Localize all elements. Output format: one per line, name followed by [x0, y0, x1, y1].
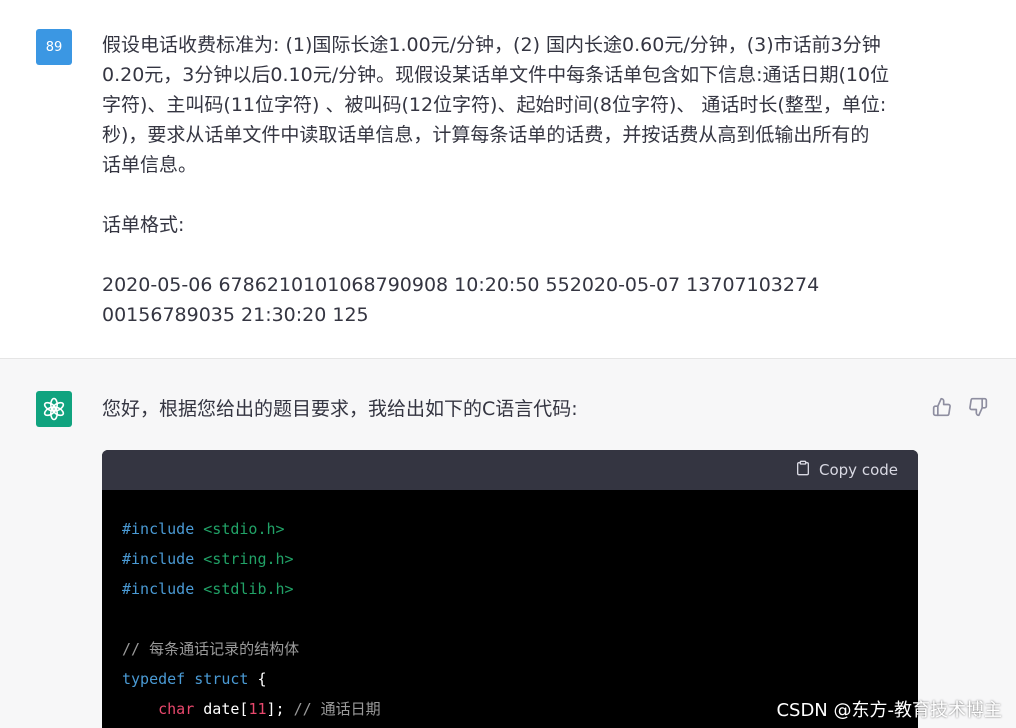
user-message: 89 假设电话收费标准为: (1)国际长途1.00元/分钟，(2) 国内长途0.… — [0, 0, 1016, 358]
message-line: 字符)、主叫码(11位字符) 、被叫码(12位字符)、起始时间(8位字符)、 通… — [102, 94, 887, 116]
watermark: CSDN @东方-教育技术博主 — [776, 700, 1002, 721]
thumbs-up-icon[interactable] — [930, 395, 954, 419]
thumbs-down-icon[interactable] — [966, 395, 990, 419]
user-avatar: 89 — [36, 29, 72, 65]
sample-line: 2020-05-06 6786210101068790908 10:20:50 … — [102, 274, 820, 296]
message-line: 0.20元，3分钟以后0.10元/分钟。现假设某话单文件中每条话单包含如下信息:… — [102, 64, 890, 86]
assistant-message-text: 您好，根据您给出的题目要求，我给出如下的C语言代码: — [102, 398, 578, 420]
assistant-message: 您好，根据您给出的题目要求，我给出如下的C语言代码: Copy code #in… — [0, 358, 1016, 728]
code-block: Copy code #include <stdio.h> #include <s… — [102, 450, 918, 728]
message-line: 话单信息。 — [102, 154, 198, 176]
sample-line: 00156789035 21:30:20 125 — [102, 304, 369, 326]
copy-code-label: Copy code — [819, 461, 898, 479]
code-content: #include <stdio.h> #include <string.h> #… — [102, 490, 918, 724]
message-line: 秒)，要求从话单文件中读取话单信息，计算每条话单的话费，并按话费从高到低输出所有… — [102, 124, 870, 146]
code-line: #include <stdlib.h> — [122, 580, 294, 598]
code-header: Copy code — [102, 450, 918, 490]
format-label: 话单格式: — [102, 214, 185, 236]
code-line: typedef struct { — [122, 670, 267, 688]
copy-code-button[interactable]: Copy code — [795, 460, 898, 480]
openai-logo-icon — [36, 391, 72, 427]
code-line: #include <stdio.h> — [122, 520, 285, 538]
user-message-text: 假设电话收费标准为: (1)国际长途1.00元/分钟，(2) 国内长途0.60元… — [102, 30, 932, 330]
message-line: 假设电话收费标准为: (1)国际长途1.00元/分钟，(2) 国内长途0.60元… — [102, 34, 881, 56]
code-line: #include <string.h> — [122, 550, 294, 568]
clipboard-icon — [795, 460, 811, 480]
code-line: // 每条通话记录的结构体 — [122, 640, 300, 658]
